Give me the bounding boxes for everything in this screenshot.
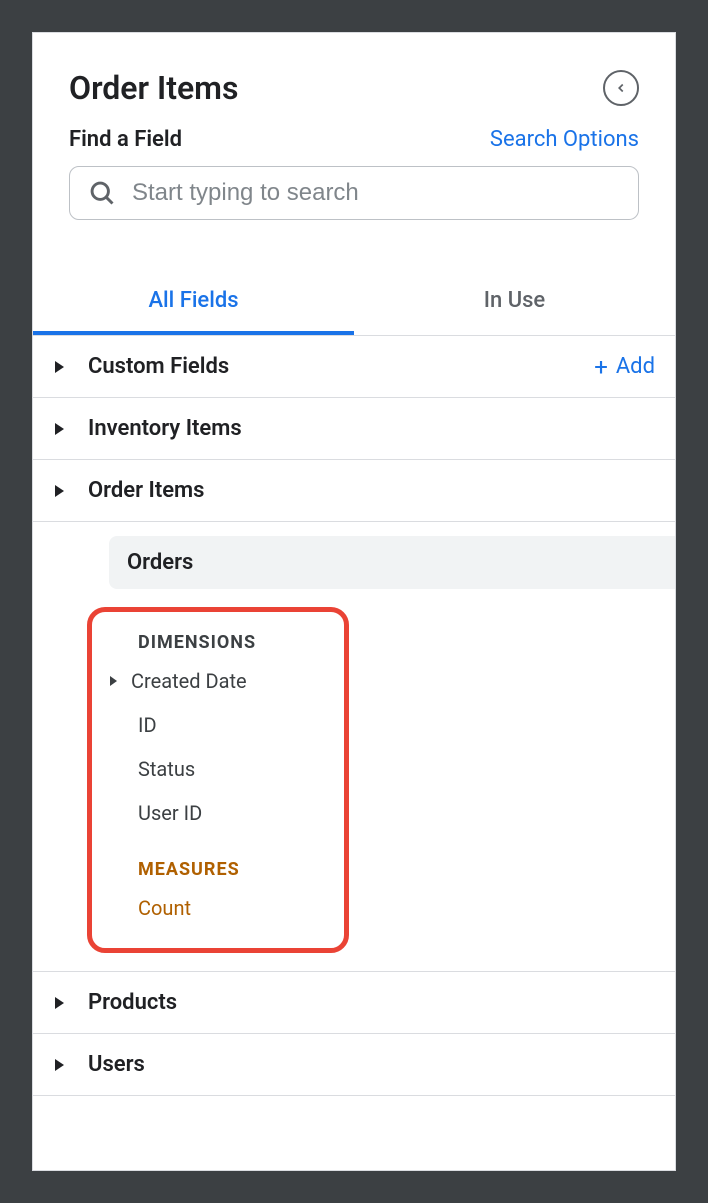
tab-all-fields[interactable]: All Fields: [33, 270, 354, 335]
caret-right-icon: [55, 485, 64, 497]
field-picker-panel: Order Items Find a Field Search Options …: [32, 32, 676, 1171]
search-input[interactable]: [132, 179, 620, 207]
group-custom-fields[interactable]: Custom Fields + Add: [33, 336, 675, 398]
search-icon: [88, 179, 116, 207]
caret-right-icon: [110, 676, 117, 686]
field-label: User ID: [138, 801, 202, 825]
caret-right-icon: [55, 423, 64, 435]
group-label: Custom Fields: [88, 354, 594, 379]
caret-right-icon: [55, 997, 64, 1009]
field-list: Custom Fields + Add Inventory Items Orde…: [33, 336, 675, 1170]
add-label: Add: [616, 354, 655, 379]
group-products[interactable]: Products: [33, 972, 675, 1034]
group-order-items[interactable]: Order Items: [33, 460, 675, 522]
field-label: Created Date: [131, 669, 247, 693]
collapse-button[interactable]: [603, 70, 639, 106]
caret-right-icon: [55, 361, 64, 373]
field-label: Status: [138, 757, 195, 781]
search-options-link[interactable]: Search Options: [490, 127, 639, 152]
field-user-id[interactable]: User ID: [92, 791, 344, 835]
search-section: Find a Field Search Options: [33, 127, 675, 244]
plus-icon: +: [594, 355, 608, 379]
group-users[interactable]: Users: [33, 1034, 675, 1096]
group-label: Users: [88, 1052, 655, 1077]
search-labels-row: Find a Field Search Options: [69, 127, 639, 152]
group-label: Order Items: [88, 478, 655, 503]
panel-title: Order Items: [69, 69, 238, 107]
group-label: Orders: [109, 536, 675, 589]
group-label: Products: [88, 990, 655, 1015]
field-id[interactable]: ID: [92, 703, 344, 747]
field-label: ID: [138, 713, 157, 737]
tabs-row: All Fields In Use: [33, 270, 675, 336]
highlight-annotation: DIMENSIONS Created Date ID Status User I…: [87, 607, 349, 953]
measures-heading: MEASURES: [92, 853, 344, 886]
group-orders-expanded: Orders DIMENSIONS Created Date ID Status…: [33, 522, 675, 972]
search-box[interactable]: [69, 166, 639, 220]
find-field-label: Find a Field: [69, 127, 182, 152]
group-label: Inventory Items: [88, 416, 655, 441]
chevron-left-icon: [614, 81, 628, 95]
dimensions-heading: DIMENSIONS: [92, 626, 344, 659]
panel-header: Order Items: [33, 33, 675, 127]
field-label: Count: [138, 896, 191, 920]
add-custom-field-button[interactable]: + Add: [594, 354, 655, 379]
field-status[interactable]: Status: [92, 747, 344, 791]
field-created-date[interactable]: Created Date: [92, 659, 344, 703]
field-count[interactable]: Count: [92, 886, 344, 930]
caret-right-icon: [55, 1059, 64, 1071]
group-orders-header[interactable]: Orders: [33, 536, 675, 589]
tab-in-use[interactable]: In Use: [354, 270, 675, 335]
group-inventory-items[interactable]: Inventory Items: [33, 398, 675, 460]
